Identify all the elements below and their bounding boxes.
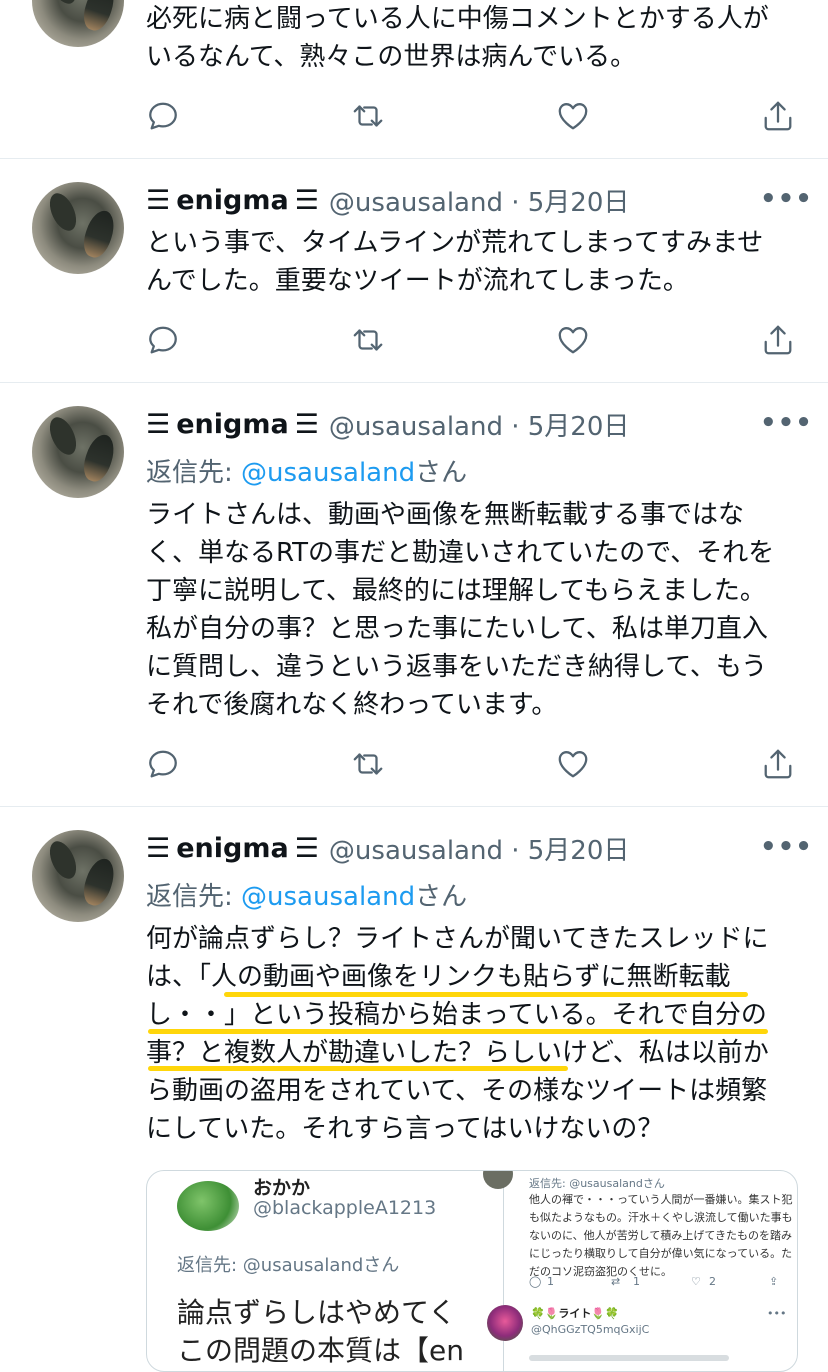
tweet-actions — [146, 99, 806, 139]
embedded-avatar — [483, 1171, 513, 1189]
embedded-reply-to — [529, 1355, 729, 1361]
embedded-avatar — [487, 1305, 523, 1341]
tweet-text-line: それで後腐れなく終わっています。 — [146, 690, 558, 720]
name-decoration-icon: ☰ — [146, 184, 171, 216]
tweet-text-line: 丁寧に説明して、最終的には理解してもらえました。 — [146, 576, 766, 606]
embedded-text-line: この問題の本質は【en — [177, 1334, 464, 1367]
tweet-text: という事で、タイムラインが荒れてしまってすみませ んでした。重要なツイートが流れ… — [146, 224, 796, 300]
retweet-icon[interactable] — [351, 99, 387, 135]
embedded-text-line: 他人の褌で・・・っていう人間が一番嫌い。集スト犯 — [529, 1193, 793, 1206]
embedded-retweet-count: 1 — [633, 1275, 640, 1288]
reply-to: 返信先: @usausalandさん — [146, 876, 467, 913]
reply-handle-link[interactable]: @usausaland — [241, 458, 415, 488]
embedded-more-icon: ••• — [767, 1307, 787, 1320]
like-icon[interactable] — [556, 323, 592, 359]
tweet-text-line: し・・」という投稿から始まっている。それで自分の — [146, 1000, 767, 1030]
tweet-text-line: ライトさんは、動画や画像を無断転載する事ではな — [146, 500, 745, 530]
tweet-text-line: いるなんて、熟々この世界は病んでいる。 — [146, 42, 637, 72]
reply-icon[interactable] — [146, 323, 182, 359]
display-name[interactable]: enigma — [176, 833, 288, 864]
handle-date[interactable]: @usausaland · 5月20日 — [329, 182, 629, 219]
embedded-text-line: ないのに、他人が苦労して積み上げてきたものを踏み — [529, 1229, 793, 1242]
reply-to: 返信先: @usausalandさん — [146, 452, 467, 489]
display-name[interactable]: enigma — [176, 409, 288, 440]
embedded-handle: @blackappleA1213 — [253, 1197, 437, 1219]
handle-date[interactable]: @usausaland · 5月20日 — [329, 406, 629, 443]
divider — [0, 382, 828, 383]
embedded-handle: @QhGGzTQ5mqGxijC — [531, 1323, 650, 1336]
embedded-like-icon: ♡ — [691, 1275, 701, 1288]
name-decoration-icon: ☰ — [294, 832, 319, 864]
embedded-text-line: 論点ずらしはやめてく — [177, 1296, 457, 1329]
embedded-retweet-icon: ⇄ — [611, 1275, 621, 1288]
tweet-text-line: 私が自分の事？と思った事にたいして、私は単刀直入 — [146, 614, 768, 644]
reply-handle-link[interactable]: @usausaland — [241, 882, 415, 912]
divider — [0, 158, 828, 159]
tweet-text-line: 必死に病と闘っている人に中傷コメントとかする人が — [146, 4, 769, 34]
embedded-actions: ◯ 1 ⇄ 1 ♡ 2 ⇪ — [529, 1275, 789, 1291]
share-icon[interactable] — [761, 323, 797, 359]
tweet-text-line: にしていた。それすら言ってはいけないの？ — [146, 1114, 664, 1144]
more-icon[interactable]: ••• — [760, 184, 813, 214]
embedded-text-line: も似たようなもの。汗水＋くやし涙流して働いた事も — [529, 1211, 793, 1224]
reply-suffix: さん — [415, 458, 468, 488]
name-decoration-icon: ☰ — [146, 832, 171, 864]
reply-prefix: 返信先: — [146, 882, 242, 912]
like-icon[interactable] — [556, 99, 592, 135]
avatar[interactable] — [32, 406, 124, 498]
embedded-avatar — [177, 1181, 239, 1231]
tweet-header: ☰ enigma ☰ @usausaland · 5月20日 — [146, 828, 629, 868]
avatar[interactable] — [32, 830, 124, 922]
tweet-text-line: 何が論点ずらし？ライトさんが聞いてきたスレッドに — [146, 924, 769, 954]
tweet-text-line: に質問し、違うという返事をいただき納得して、もう — [146, 652, 768, 682]
name-decoration-icon: ☰ — [294, 184, 319, 216]
embedded-divider — [503, 1171, 504, 1371]
tweet-text-line: 事？と複数人が勘違いした？らしいけど、私は以前か — [146, 1038, 769, 1068]
more-icon[interactable]: ••• — [760, 408, 813, 438]
tweet-actions — [146, 747, 806, 787]
embedded-reply-count: 1 — [547, 1275, 554, 1288]
share-icon[interactable] — [761, 99, 797, 135]
tweet-text-line: は、「人の動画や画像をリンクも貼らずに無断転載 — [146, 962, 731, 992]
embedded-like-count: 2 — [709, 1275, 716, 1288]
like-icon[interactable] — [556, 747, 592, 783]
tweet-text-line: という事で、タイムラインが荒れてしまってすみませ — [146, 228, 764, 258]
embedded-reply-icon: ◯ — [529, 1275, 542, 1288]
tweet-header: ☰ enigma ☰ @usausaland · 5月20日 — [146, 404, 629, 444]
tweet-header: ☰ enigma ☰ @usausaland · 5月20日 — [146, 180, 629, 220]
tweet-text: 必死に病と闘っている人に中傷コメントとかする人が いるなんて、熟々この世界は病ん… — [146, 0, 796, 76]
display-name[interactable]: enigma — [176, 185, 288, 216]
retweet-icon[interactable] — [351, 323, 387, 359]
embedded-reply-to: 返信先: @usausalandさん — [529, 1177, 665, 1190]
embedded-reply-to: 返信先: @usausalandさん — [177, 1255, 400, 1276]
reply-suffix: さん — [415, 882, 468, 912]
embedded-display-name: おかか — [253, 1177, 311, 1199]
embedded-share-icon: ⇪ — [769, 1275, 779, 1288]
tweet-actions — [146, 323, 806, 363]
name-decoration-icon: ☰ — [146, 408, 171, 440]
tweet-text-line: く、単なるRTの事だと勘違いされていたので、それを — [146, 538, 775, 568]
reply-prefix: 返信先: — [146, 458, 242, 488]
tweet-text-line: ら動画の盗用をされていて、その様なツイートは頻繁 — [146, 1076, 768, 1106]
embedded-text-line: にじったり横取りして自分が偉い気になっている。た — [529, 1247, 793, 1260]
tweet-text-line: んでした。重要なツイートが流れてしまった。 — [146, 266, 689, 296]
embedded-image[interactable]: おかか @blackappleA1213 返信先: @usausalandさん … — [146, 1170, 798, 1372]
reply-icon[interactable] — [146, 747, 182, 783]
avatar[interactable] — [32, 0, 124, 47]
divider — [0, 806, 828, 807]
reply-icon[interactable] — [146, 99, 182, 135]
tweet-text: 何が論点ずらし？ライトさんが聞いてきたスレッドに は、「人の動画や画像をリンクも… — [146, 920, 796, 1148]
more-icon[interactable]: ••• — [760, 832, 813, 862]
name-decoration-icon: ☰ — [294, 408, 319, 440]
tweet-text: ライトさんは、動画や画像を無断転載する事ではな く、単なるRTの事だと勘違いされ… — [146, 496, 796, 724]
handle-date[interactable]: @usausaland · 5月20日 — [329, 830, 629, 867]
avatar[interactable] — [32, 182, 124, 274]
share-icon[interactable] — [761, 747, 797, 783]
retweet-icon[interactable] — [351, 747, 387, 783]
embedded-display-name: 🍀🌷ライト🌷🍀 — [531, 1307, 619, 1320]
